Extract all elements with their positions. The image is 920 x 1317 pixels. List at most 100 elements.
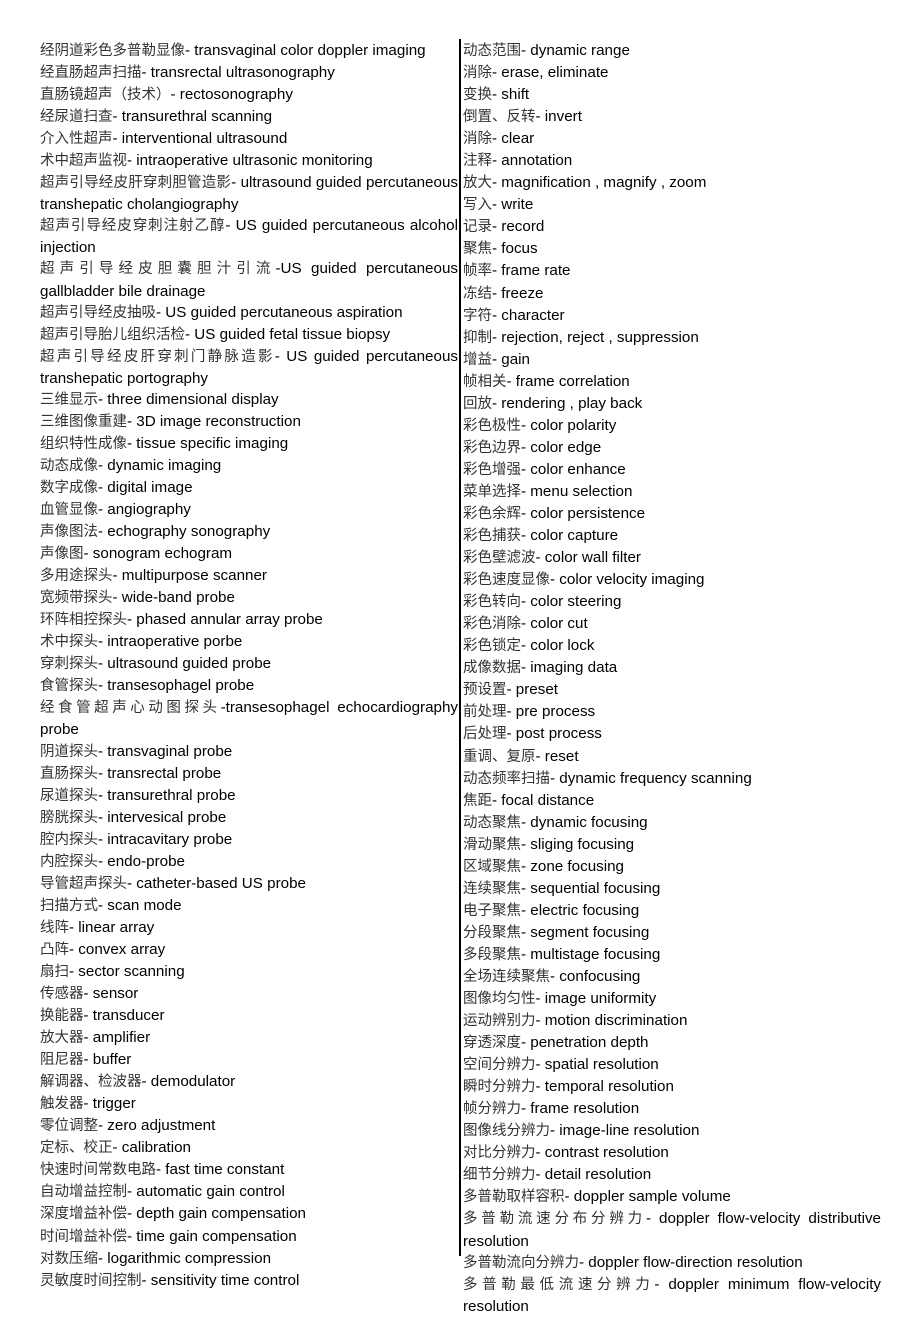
glossary-entry: 时间增益补偿- time gain compensation [40, 1226, 458, 1248]
term-english: - rendering , play back [492, 394, 643, 412]
term-chinese: 预设置 [463, 682, 507, 699]
glossary-entry: 介入性超声- interventional ultrasound [40, 128, 458, 150]
glossary-entry: 血管显像- angiography [40, 499, 458, 521]
term-chinese: 字符 [463, 307, 492, 324]
glossary-entry: 冻结- freeze [463, 283, 881, 305]
term-english: - transvaginal probe [98, 742, 233, 760]
term-english: - frame rate [492, 262, 571, 280]
glossary-entry: 超声引导胎儿组织活检- US guided fetal tissue biops… [40, 324, 458, 346]
column-divider [459, 39, 461, 1256]
term-chinese: 术中超声监视 [40, 153, 127, 170]
term-chinese: 阴道探头 [40, 743, 98, 760]
term-chinese: 直肠镜超声（技术） [40, 87, 171, 104]
term-english: - transesophagel probe [98, 677, 255, 695]
term-english: - tissue specific imaging [127, 434, 289, 452]
term-chinese: 腔内探头 [40, 831, 98, 848]
glossary-entry: 变换- shift [463, 84, 881, 106]
term-english: - interventional ultrasound [112, 130, 288, 148]
term-chinese: 多段聚焦 [463, 946, 521, 963]
term-english: - color capture [521, 527, 619, 545]
term-english: - frame correlation [506, 372, 630, 390]
term-chinese: 聚焦 [463, 241, 492, 258]
term-chinese: 注释 [463, 153, 492, 170]
term-chinese: 记录 [463, 219, 492, 236]
term-english: - logarithmic compression [98, 1249, 272, 1267]
term-chinese: 扫描方式 [40, 897, 98, 914]
glossary-entry: 彩色边界- color edge [463, 437, 881, 459]
glossary-entry: 尿道探头- transurethral probe [40, 785, 458, 807]
term-chinese: 彩色速度显像 [463, 572, 550, 589]
term-english: - fast time constant [156, 1161, 285, 1179]
term-chinese: 空间分辨力 [463, 1057, 536, 1074]
term-english: - sliging focusing [521, 835, 635, 853]
glossary-entry: 彩色余辉- color persistence [463, 503, 881, 525]
glossary-entry: 内腔探头- endo-probe [40, 851, 458, 873]
term-chinese: 倒置、反转 [463, 109, 536, 126]
term-english: - sonogram echogram [83, 545, 233, 563]
term-chinese: 超声引导经皮肝穿刺胆管造影 [40, 175, 232, 192]
glossary-entry: 记录- record [463, 216, 881, 238]
glossary-entry: 直肠探头- transrectal probe [40, 763, 458, 785]
term-chinese: 抑制 [463, 329, 492, 346]
term-chinese: 经直肠超声扫描 [40, 65, 142, 82]
term-english: - time gain compensation [127, 1227, 297, 1245]
term-chinese: 对数压缩 [40, 1250, 98, 1267]
term-chinese: 消除 [463, 65, 492, 82]
term-english: - catheter-based US probe [127, 874, 306, 892]
term-english: - multipurpose scanner [112, 567, 267, 585]
glossary-entry: 触发器- trigger [40, 1093, 458, 1115]
glossary-entry: 彩色消除- color cut [463, 613, 881, 635]
glossary-entry: 解调器、检波器- demodulator [40, 1071, 458, 1093]
glossary-entry: 运动辨别力- motion discrimination [463, 1010, 881, 1032]
term-english: - shift [492, 86, 530, 104]
term-english: - color lock [521, 637, 595, 655]
glossary-entry: 阴道探头- transvaginal probe [40, 741, 458, 763]
term-english: - doppler sample volume [564, 1188, 731, 1206]
term-english: - character [492, 306, 565, 324]
term-english: - angiography [98, 500, 191, 518]
glossary-entry: 多普勒最低流速分辨力- doppler minimum flow-velocit… [463, 1274, 881, 1317]
term-chinese: 零位调整 [40, 1118, 98, 1135]
glossary-entry: 动态成像- dynamic imaging [40, 455, 458, 477]
term-chinese: 回放 [463, 395, 492, 412]
term-chinese: 菜单选择 [463, 483, 521, 500]
term-chinese: 动态聚焦 [463, 814, 521, 831]
glossary-entry: 区域聚焦- zone focusing [463, 856, 881, 878]
term-english: - automatic gain control [127, 1183, 285, 1201]
term-chinese: 食管探头 [40, 678, 98, 695]
term-english: - rectosonography [170, 86, 293, 104]
term-chinese: 彩色锁定 [463, 638, 521, 655]
term-english: - ultrasound guided probe [98, 655, 272, 673]
term-chinese: 时间增益补偿 [40, 1228, 127, 1245]
glossary-entry: 彩色锁定- color lock [463, 635, 881, 657]
term-english: - erase, eliminate [492, 64, 609, 82]
term-english: - US guided percutaneous aspiration [156, 303, 403, 321]
term-english: - intraoperative ultrasonic monitoring [127, 152, 373, 170]
glossary-entry: 倒置、反转- invert [463, 106, 881, 128]
term-english: - dynamic frequency scanning [550, 769, 752, 787]
glossary-entry: 穿刺探头- ultrasound guided probe [40, 653, 458, 675]
glossary-entry: 增益- gain [463, 349, 881, 371]
term-english: - trigger [83, 1095, 136, 1113]
term-english: - demodulator [141, 1073, 236, 1091]
glossary-entry: 彩色极性- color polarity [463, 415, 881, 437]
glossary-entry: 膀胱探头- intervesical probe [40, 807, 458, 829]
term-english: - menu selection [521, 482, 633, 500]
glossary-entry: 食管探头- transesophagel probe [40, 675, 458, 697]
term-chinese: 直肠探头 [40, 765, 98, 782]
term-english: - write [492, 196, 534, 214]
glossary-entry: 阻尼器- buffer [40, 1049, 458, 1071]
glossary-entry: 图像线分辨力- image-line resolution [463, 1120, 881, 1142]
glossary-entry: 放大器- amplifier [40, 1027, 458, 1049]
term-english: - sensitivity time control [141, 1271, 300, 1289]
term-chinese: 解调器、检波器 [40, 1074, 142, 1091]
term-english: - intervesical probe [98, 808, 227, 826]
glossary-entry: 超声引导经皮胆囊胆汁引流-US guided percutaneous gall… [40, 258, 458, 301]
term-english: - freeze [492, 284, 544, 302]
glossary-entry: 字符- character [463, 305, 881, 327]
glossary-entry: 超声引导经皮肝穿刺胆管造影- ultrasound guided percuta… [40, 172, 458, 215]
term-chinese: 触发器 [40, 1096, 84, 1113]
term-english: - dynamic range [521, 42, 630, 59]
term-chinese: 多普勒最低流速分辨力 [463, 1276, 655, 1293]
term-chinese: 术中探头 [40, 634, 98, 651]
